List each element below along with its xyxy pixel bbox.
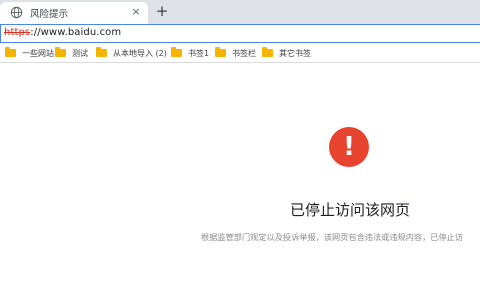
bookmark-folder[interactable]: 从本地导入 (2) [96,46,167,60]
bookmark-folder[interactable]: 一些网站 [5,46,54,60]
url-scheme: https [4,27,31,38]
new-tab-button[interactable]: + [154,3,170,19]
bookmark-label: 书签栏 [232,48,256,58]
address-bar[interactable]: https://www.baidu.com [0,24,480,43]
bookmark-label: 书签1 [188,48,210,58]
tab-title: 风险提示 [30,9,69,20]
folder-icon [215,47,226,57]
active-tab[interactable]: 风险提示 × [0,2,148,24]
bookmark-folder[interactable]: 书签栏 [215,46,256,60]
globe-icon [10,6,23,19]
folder-icon [5,47,16,57]
tab-strip: 风险提示 × + [0,0,480,24]
bookmark-folder[interactable]: 测试 [55,46,88,60]
folder-icon [96,47,107,57]
folder-icon [55,47,66,57]
folder-icon [262,47,273,57]
page-content [0,64,480,300]
page-title: 已停止访问该网页 [290,201,411,219]
close-icon[interactable]: × [130,6,142,18]
bookmark-folder[interactable]: 其它书签 [262,46,311,60]
bookmarks-bar: 一些网站 测试 从本地导入 (2) 书签1 书签栏 其它书签 [0,43,480,63]
page-description: 根据监管部门规定以及投诉举报，该网页包含违法或违规内容，已停止访 [201,232,464,242]
url-host: ://www.baidu.com [30,27,122,38]
bookmark-label: 一些网站 [22,48,54,58]
folder-icon [171,47,182,57]
bookmark-label: 测试 [72,48,88,58]
bookmark-folder[interactable]: 书签1 [171,46,209,60]
bookmark-label: 从本地导入 (2) [113,48,167,58]
bookmark-label: 其它书签 [279,48,311,58]
address-url: https://www.baidu.com [4,27,121,38]
exclamation-icon: ! [329,127,369,167]
